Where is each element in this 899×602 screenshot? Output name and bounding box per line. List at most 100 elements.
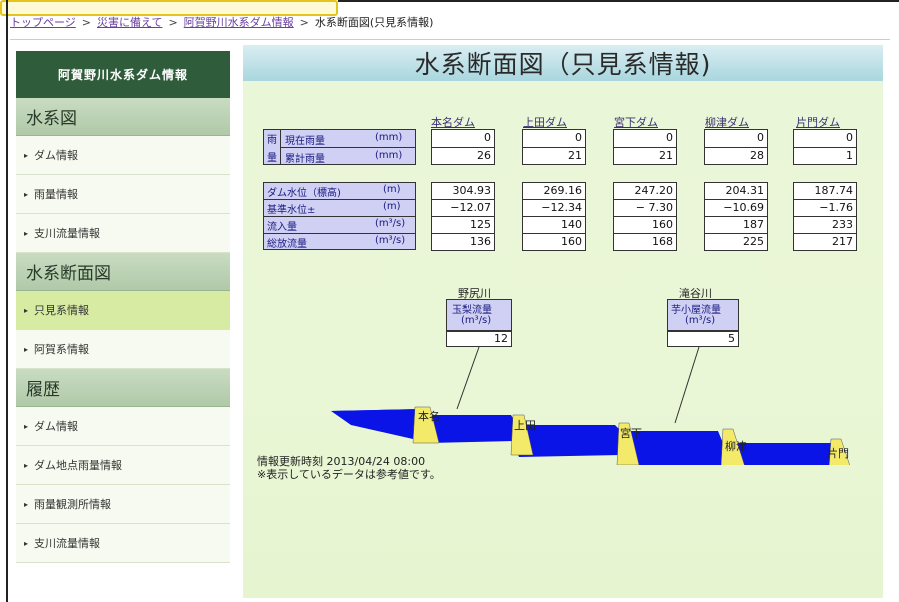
frame-left-border [6,0,8,602]
sidebar-item-label: ダム情報 [34,420,79,433]
sidebar-item-aga[interactable]: ▸ 阿賀系情報 [16,330,230,369]
water-value: −1.76 [819,201,853,214]
rain-value: 21 [659,149,673,162]
sidebar-section-danmenzu: 水系断面図 [16,253,230,291]
bullet-icon: ▸ [24,189,29,199]
breadcrumb-link-dam-info[interactable]: 阿賀野川水系ダム情報 [184,16,294,29]
sidebar-item-rain-info[interactable]: ▸ 雨量情報 [16,175,230,214]
frame-top-border [338,0,899,2]
water-value: 217 [832,235,853,248]
standard-level-label: 基準水位± [267,205,316,216]
tributary-line-2 [674,346,700,424]
water-value: 187 [743,218,764,231]
main-panel: 水系断面図（只見系情報) 本名ダム 上田ダム 宮下ダム 柳津ダム 片門ダム 雨 … [243,45,883,598]
dam-link-ueda[interactable]: 上田ダム [523,114,567,130]
reference-note: ※表示しているデータは参考値です。 [257,468,441,481]
dam-link-miyashita[interactable]: 宮下ダム [614,114,658,130]
bullet-icon: ▸ [24,460,29,470]
bullet-icon: ▸ [24,150,29,160]
breadcrumb-current: 水系断面図(只見系情報) [314,16,434,29]
profile-label-miyashita: 宮下 [620,427,642,440]
water-row-divider-2 [263,216,416,217]
bullet-icon: ▸ [24,228,29,238]
sidebar-item-label: 雨量観測所情報 [34,498,112,511]
water-row-divider-3 [263,233,416,234]
sidebar-section-suikeizu: 水系図 [16,98,230,136]
dam-link-honna[interactable]: 本名ダム [431,114,475,130]
rain-value: 21 [568,149,582,162]
rain-value: 0 [484,131,491,144]
profile-label-honna: 本名 [418,410,440,423]
sidebar-section-history: 履歴 [16,369,230,407]
dam-link-yanaizu[interactable]: 柳津ダム [705,114,749,130]
water-value: 269.16 [543,184,583,197]
water-value: −10.69 [723,201,764,214]
sidebar-item-tributary-flow[interactable]: ▸ 支川流量情報 [16,214,230,253]
water-value: 204.31 [725,184,765,197]
water-value: 247.20 [634,184,674,197]
profile-label-katakado: 片門 [827,447,849,460]
rain-value: 0 [846,131,853,144]
sidebar-item-history-rain-station[interactable]: ▸ 雨量観測所情報 [16,485,230,524]
sidebar: 阿賀野川水系ダム情報 水系図 ▸ ダム情報 ▸ 雨量情報 ▸ 支川流量情報 水系断面図… [16,51,230,563]
sidebar-item-label: 雨量情報 [34,188,79,201]
sidebar-item-label: 支川流量情報 [34,537,101,550]
water-value: 140 [561,218,582,231]
breadcrumb-divider [10,39,890,40]
water-level-label: ダム水位（標高) [267,188,341,199]
sidebar-item-history-dam-rain[interactable]: ▸ ダム地点雨量情報 [16,446,230,485]
sidebar-item-label: ダム情報 [34,149,79,162]
sidebar-title[interactable]: 阿賀野川水系ダム情報 [16,51,230,98]
water-row-divider-1 [263,199,416,200]
rain-value: 26 [477,149,491,162]
rain-current-unit: (mm) [375,132,403,143]
breadcrumb: トップページ > 災害に備えて > 阿賀野川水系ダム情報 > 水系断面図(只見系情報) [10,16,434,29]
bullet-icon: ▸ [24,538,29,548]
water-value: 304.93 [452,184,492,197]
sidebar-item-label: 只見系情報 [34,304,90,317]
rain-value: 0 [757,131,764,144]
tributary-line-1 [456,346,480,410]
rain-current-label: 現在雨量 [285,136,325,147]
water-value: − 7.30 [635,201,673,214]
water-value: 168 [652,235,673,248]
breadcrumb-link-disaster[interactable]: 災害に備えて [97,16,162,29]
breadcrumb-link-top[interactable]: トップページ [10,16,76,29]
rain-total-label: 累計雨量 [285,154,325,165]
rain-group-label-bottom: 量 [267,153,277,164]
water-value: 136 [470,235,491,248]
inflow-unit: (m³/s) [375,218,406,229]
rain-value: 28 [750,149,764,162]
water-level-unit: (m) [383,184,401,195]
river-profile-diagram [331,346,850,465]
water-value: 125 [470,218,491,231]
rain-value: 0 [575,131,582,144]
sidebar-item-label: 阿賀系情報 [34,343,90,356]
sidebar-item-tadami[interactable]: ▸ 只見系情報 [16,291,230,330]
standard-level-unit: (m) [383,201,401,212]
bullet-icon: ▸ [24,344,29,354]
rain-value: 0 [666,131,673,144]
inflow-label: 流入量 [267,222,297,233]
sidebar-item-history-dam[interactable]: ▸ ダム情報 [16,407,230,446]
sidebar-item-dam-info[interactable]: ▸ ダム情報 [16,136,230,175]
dam-link-katakado[interactable]: 片門ダム [796,114,840,130]
rain-group-label-top: 雨 [267,135,277,146]
water-value: 160 [652,218,673,231]
sidebar-item-history-tributary[interactable]: ▸ 支川流量情報 [16,524,230,563]
outflow-unit: (m³/s) [375,235,406,246]
profile-label-ueda: 上田 [514,419,536,432]
water-value: 187.74 [814,184,854,197]
rain-row-divider [281,147,416,148]
water-value: 160 [561,235,582,248]
rain-total-unit: (mm) [375,150,403,161]
water-body-head [331,409,423,439]
bullet-icon: ▸ [24,305,29,315]
bullet-icon: ▸ [24,499,29,509]
outflow-label: 総放流量 [267,239,307,250]
water-value: −12.07 [450,201,491,214]
rain-value: 1 [846,149,853,162]
water-value: 233 [832,218,853,231]
water-value: −12.34 [541,201,582,214]
water-value: 225 [743,235,764,248]
